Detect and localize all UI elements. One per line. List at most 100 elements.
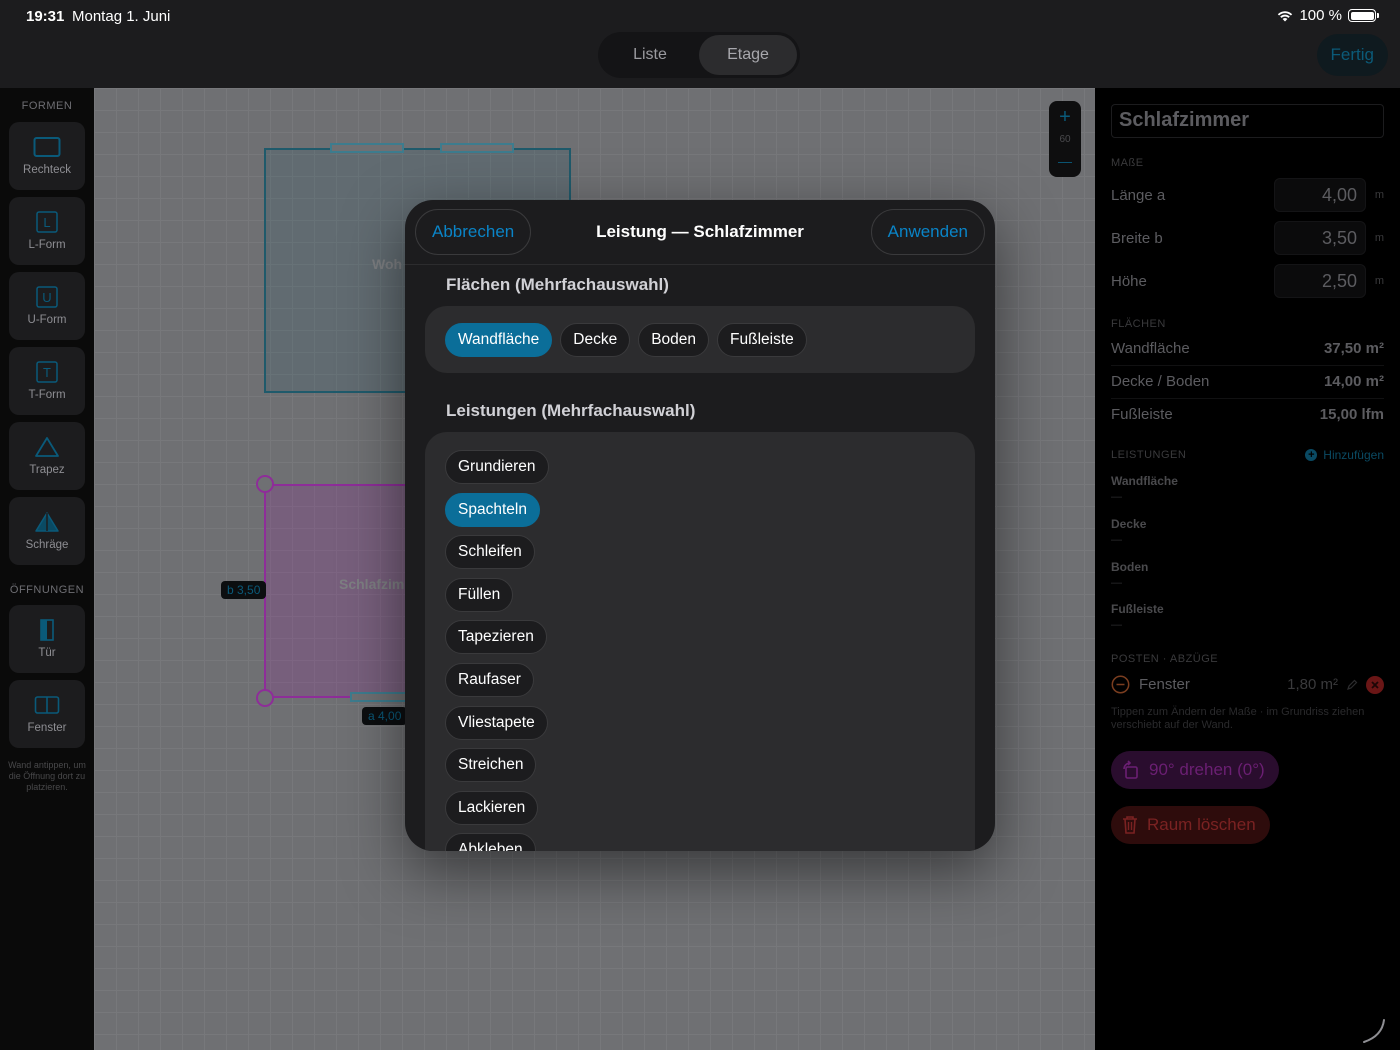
service-group-value: — xyxy=(1111,577,1122,589)
surface-chip-boden[interactable]: Boden xyxy=(638,323,710,357)
divider xyxy=(1111,398,1384,399)
u-shape-icon: U xyxy=(33,286,61,308)
svg-text:L: L xyxy=(43,215,50,230)
shape-label: Trapez xyxy=(29,464,65,476)
zoom-in-button[interactable]: + xyxy=(1059,107,1071,127)
measure-label: Länge a xyxy=(1111,186,1166,204)
measures-section-title: MAßE xyxy=(1111,157,1144,169)
shape-u-form-button[interactable]: U U-Form xyxy=(9,272,85,340)
minus-circle-icon xyxy=(1111,675,1130,694)
services-title: Leistungen (Mehrfachauswahl) xyxy=(446,401,696,420)
room-title-field[interactable]: Schlafzimmer xyxy=(1111,104,1384,138)
trash-icon xyxy=(1123,816,1137,834)
window-marker[interactable] xyxy=(440,143,514,153)
svg-text:U: U xyxy=(42,290,51,305)
service-group-value: — xyxy=(1111,491,1122,503)
service-group-title: Decke xyxy=(1111,517,1147,531)
measure-row: Höhe 2,50 m xyxy=(1111,264,1384,298)
t-shape-icon: T xyxy=(33,361,61,383)
service-group-value: — xyxy=(1111,619,1122,631)
opening-label: Tür xyxy=(38,647,56,659)
shape-label: T-Form xyxy=(28,389,66,401)
measure-label: Breite b xyxy=(1111,229,1163,247)
shape-sidebar: FORMEN Rechteck L L-Form U U-Form T T-Fo… xyxy=(0,88,94,1050)
window-marker[interactable] xyxy=(330,143,404,153)
service-chip-tapezieren[interactable]: Tapezieren xyxy=(445,620,547,655)
service-chip-schleifen[interactable]: Schleifen xyxy=(445,535,535,570)
top-bar: 19:31 Montag 1. Juni 100 % Liste Etage F… xyxy=(0,0,1400,88)
opening-label: Fenster xyxy=(27,722,67,734)
service-chip-abkleben[interactable]: Abkleben xyxy=(445,833,536,851)
svg-text:T: T xyxy=(43,365,51,380)
surface-chip-decke[interactable]: Decke xyxy=(560,323,631,357)
add-service-label: Hinzufügen xyxy=(1323,448,1384,462)
height-input[interactable]: 2,50 xyxy=(1274,264,1366,298)
rectangle-icon xyxy=(33,136,61,158)
service-group-value: — xyxy=(1111,534,1122,546)
window-icon xyxy=(33,694,61,716)
shape-label: L-Form xyxy=(28,239,66,251)
width-b-input[interactable]: 3,50 xyxy=(1274,221,1366,255)
deduction-value: 1,80 m² xyxy=(1287,676,1338,693)
resize-handle[interactable] xyxy=(256,475,274,493)
area-row: Decke / Boden 14,00 m² xyxy=(1111,373,1384,390)
shape-label: U-Form xyxy=(27,314,67,326)
status-date: Montag 1. Juni xyxy=(72,8,171,25)
surface-chip-wandflaeche[interactable]: Wandfläche xyxy=(445,323,553,357)
service-chip-lackieren[interactable]: Lackieren xyxy=(445,790,539,825)
tab-liste[interactable]: Liste xyxy=(601,35,699,75)
shape-l-form-button[interactable]: L L-Form xyxy=(9,197,85,265)
service-chip-spachteln[interactable]: Spachteln xyxy=(445,492,540,527)
surfaces-title: Flächen (Mehrfachauswahl) xyxy=(446,275,669,294)
wifi-icon xyxy=(1278,10,1293,21)
room-name-label: Woh xyxy=(372,256,403,272)
deduction-hint: Tippen zum Ändern der Maße · im Grundris… xyxy=(1111,706,1365,731)
pencil-icon[interactable] xyxy=(1346,679,1358,691)
delete-room-button[interactable]: Raum löschen xyxy=(1111,806,1270,844)
battery-percent: 100 % xyxy=(1299,7,1342,24)
rotate-button[interactable]: 90° drehen (0°) xyxy=(1111,751,1279,789)
service-group-title: Wandfläche xyxy=(1111,474,1178,488)
shape-schraege-button[interactable]: Schräge xyxy=(9,497,85,565)
area-label: Fußleiste xyxy=(1111,406,1173,423)
shape-trapez-button[interactable]: Trapez xyxy=(9,422,85,490)
service-chip-vliestapete[interactable]: Vliestapete xyxy=(445,705,548,740)
plus-icon: + xyxy=(1305,449,1318,461)
shape-label: Rechteck xyxy=(23,164,71,176)
door-icon xyxy=(33,619,61,641)
area-label: Wandfläche xyxy=(1111,340,1190,357)
zoom-out-button[interactable]: — xyxy=(1058,151,1072,171)
services-group[interactable]: Grundieren Spachteln Schleifen Füllen Ta… xyxy=(425,432,975,851)
delete-deduction-icon[interactable] xyxy=(1366,675,1384,694)
service-chip-streichen[interactable]: Streichen xyxy=(445,748,537,783)
surface-chip-fussleiste[interactable]: Fußleiste xyxy=(717,323,807,357)
area-row: Wandfläche 37,50 m² xyxy=(1111,340,1384,357)
l-shape-icon: L xyxy=(33,211,61,233)
zoom-control: + 60 — xyxy=(1049,101,1081,177)
done-button[interactable]: Fertig xyxy=(1316,34,1388,76)
room-inspector: Schlafzimmer MAßE Länge a 4,00 m Breite … xyxy=(1095,88,1400,1050)
shape-t-form-button[interactable]: T T-Form xyxy=(9,347,85,415)
deduction-row[interactable]: Fenster 1,80 m² xyxy=(1111,675,1384,694)
opening-door-button[interactable]: Tür xyxy=(9,605,85,673)
status-time: 19:31 xyxy=(26,8,65,25)
surfaces-group: Wandfläche Decke Boden Fußleiste xyxy=(425,306,975,373)
room-name-label: Schlafzim xyxy=(339,576,405,592)
length-a-input[interactable]: 4,00 xyxy=(1274,178,1366,212)
unit-label: m xyxy=(1374,275,1384,287)
service-group-title: Boden xyxy=(1111,560,1149,574)
service-chip-grundieren[interactable]: Grundieren xyxy=(445,450,549,484)
resize-corner-icon xyxy=(1363,1019,1385,1043)
opening-window-button[interactable]: Fenster xyxy=(9,680,85,748)
resize-handle[interactable] xyxy=(256,689,274,707)
unit-label: m xyxy=(1374,232,1384,244)
shape-rectangle-button[interactable]: Rechteck xyxy=(9,122,85,190)
apply-button[interactable]: Anwenden xyxy=(870,209,985,255)
tab-etage[interactable]: Etage xyxy=(699,35,797,75)
service-chip-raufaser[interactable]: Raufaser xyxy=(445,662,534,697)
service-chip-fuellen[interactable]: Füllen xyxy=(445,577,514,612)
shape-label: Schräge xyxy=(25,539,69,551)
add-service-button[interactable]: + Hinzufügen xyxy=(1305,448,1384,462)
area-value: 14,00 m² xyxy=(1323,373,1384,390)
window-marker[interactable] xyxy=(350,692,410,702)
